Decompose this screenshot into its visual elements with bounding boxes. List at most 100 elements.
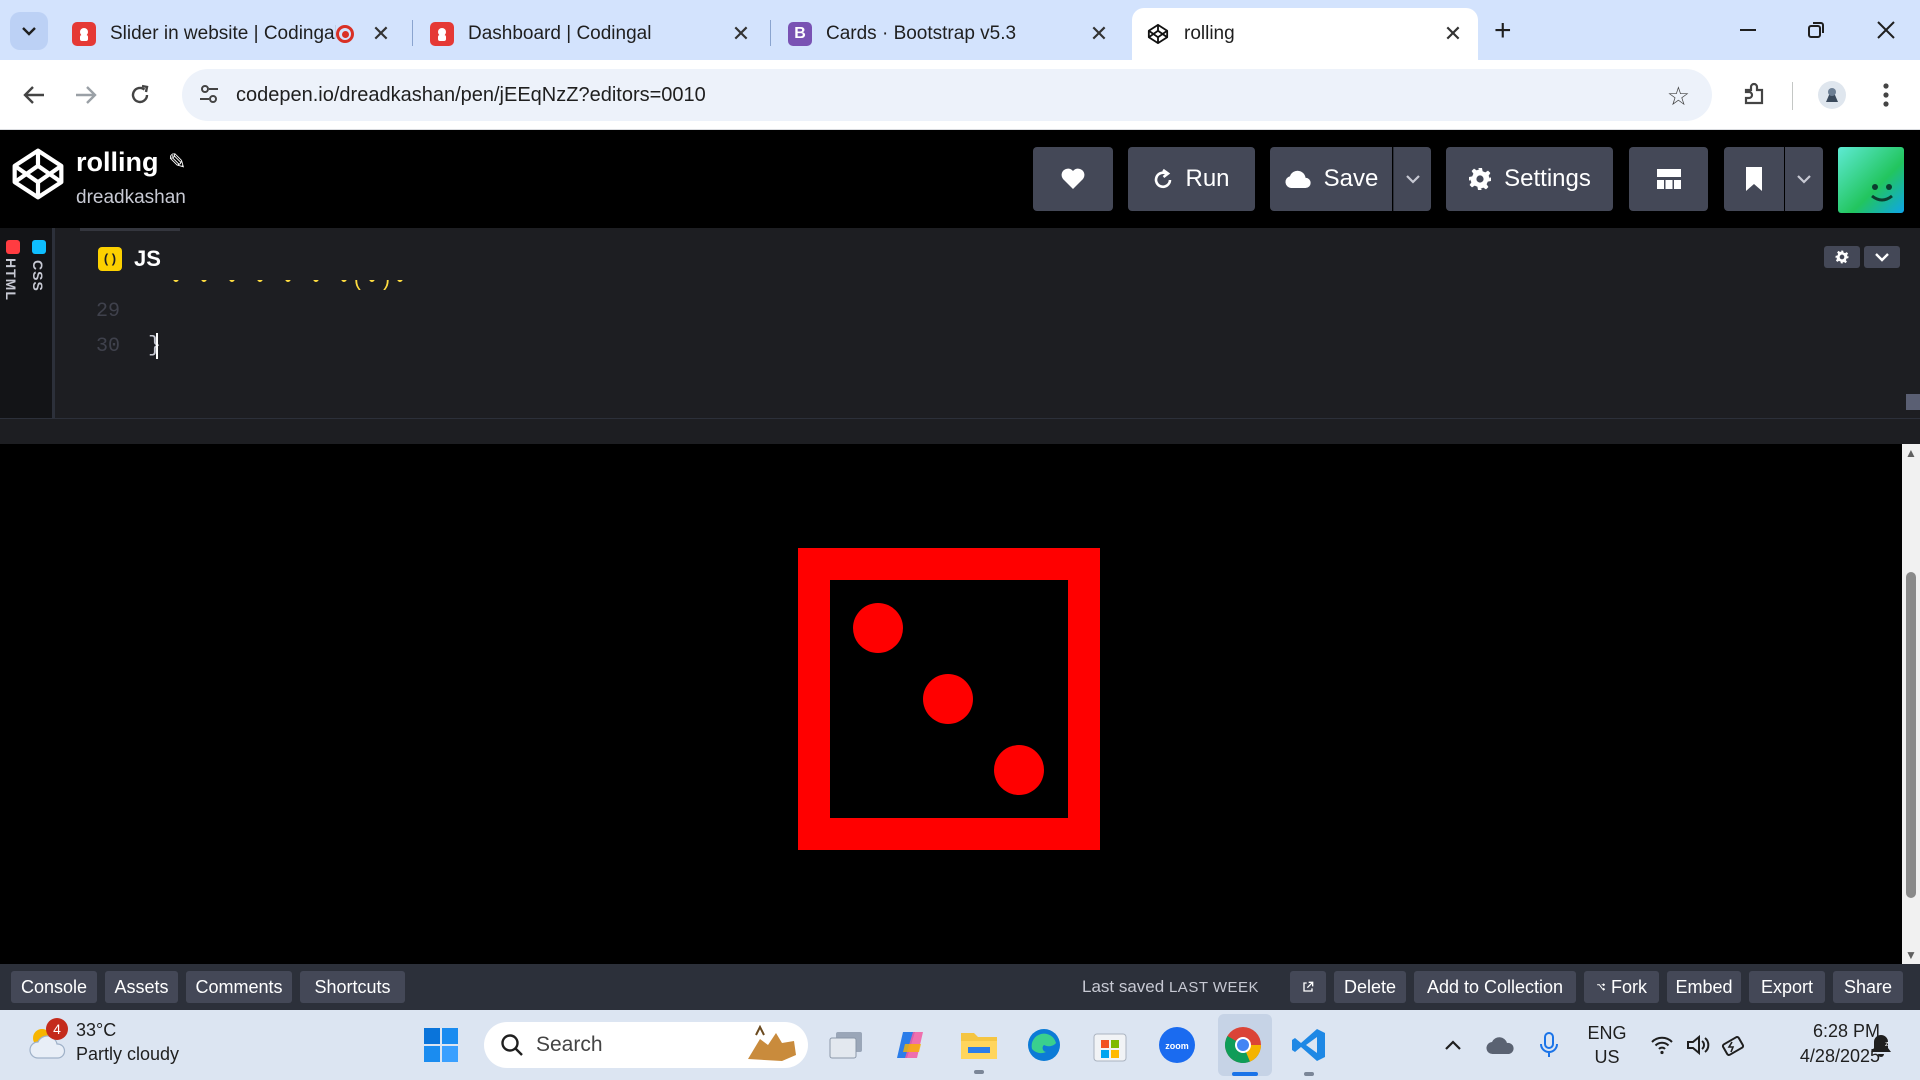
back-button[interactable] (14, 75, 54, 115)
editor-collapse-button[interactable] (1864, 246, 1900, 268)
search-label: Search (536, 1033, 603, 1056)
extensions-button[interactable] (1734, 75, 1774, 115)
shortcuts-button[interactable]: Shortcuts (300, 971, 405, 1003)
profile-avatar[interactable] (1812, 75, 1852, 115)
file-explorer-button[interactable] (958, 1024, 1000, 1066)
die-canvas (798, 548, 1100, 850)
close-tab-icon[interactable]: ✕ (370, 21, 392, 46)
close-window-button[interactable] (1866, 10, 1906, 50)
browser-tab-dashboard[interactable]: Dashboard | Codingal ✕ (416, 8, 766, 60)
reload-button[interactable] (120, 75, 160, 115)
new-tab-button[interactable]: + (1494, 14, 1512, 48)
export-button[interactable]: Export (1749, 971, 1825, 1003)
vscode-icon (1292, 1029, 1325, 1061)
task-view-button[interactable] (825, 1024, 867, 1066)
embed-button[interactable]: Embed (1667, 971, 1741, 1003)
bookmark-star-icon[interactable]: ☆ (1667, 81, 1690, 112)
close-tab-icon[interactable]: ✕ (730, 21, 752, 46)
browser-tab-rolling[interactable]: rolling ✕ (1132, 8, 1478, 60)
microphone-icon (1540, 1032, 1558, 1057)
microsoft-store-button[interactable] (1089, 1024, 1131, 1066)
site-info-icon[interactable] (198, 83, 220, 110)
browser-tab-slider[interactable]: Slider in website | Codingal ✕ (58, 8, 406, 60)
bookmark-button[interactable] (1724, 147, 1784, 211)
save-dropdown-button[interactable] (1393, 147, 1431, 211)
edge-button[interactable] (1023, 1024, 1065, 1066)
address-bar[interactable]: codepen.io/dreadkashan/pen/jEEqNzZ?edito… (182, 69, 1712, 121)
pen-title[interactable]: rolling (76, 147, 159, 178)
browser-tab-strip: Slider in website | Codingal ✕ Dashboard… (0, 0, 1920, 60)
onedrive-button[interactable] (1480, 1024, 1522, 1066)
fork-icon (1597, 983, 1605, 991)
language-indicator-top[interactable]: ENG (1580, 1023, 1634, 1044)
run-label: Run (1185, 165, 1230, 192)
fork-button[interactable]: Fork (1584, 971, 1659, 1003)
minimize-window-button[interactable] (1728, 10, 1768, 50)
change-view-button[interactable] (1629, 147, 1708, 211)
scroll-up-icon[interactable]: ▲ (1905, 446, 1917, 460)
code-area[interactable]: • • • • • • •(•)• 29 30 } (80, 280, 1920, 418)
toolbar-divider (1792, 82, 1793, 110)
open-external-button[interactable] (1290, 971, 1326, 1003)
settings-button[interactable]: Settings (1446, 147, 1613, 211)
run-button[interactable]: Run (1128, 147, 1255, 211)
restore-window-button[interactable] (1796, 10, 1836, 50)
scroll-down-icon[interactable]: ▼ (1905, 948, 1917, 962)
language-indicator-bottom[interactable]: US (1580, 1047, 1634, 1068)
user-avatar[interactable] (1838, 147, 1904, 213)
start-button[interactable] (420, 1024, 462, 1066)
arrow-right-icon (76, 86, 97, 104)
active-indicator (1232, 1072, 1258, 1076)
preview-scrollbar-thumb[interactable] (1906, 572, 1916, 898)
add-to-collection-button[interactable]: Add to Collection (1414, 971, 1576, 1003)
like-button[interactable] (1033, 147, 1113, 211)
gear-icon (1835, 250, 1849, 264)
store-icon (1093, 1033, 1127, 1062)
chrome-button[interactable] (1222, 1024, 1264, 1066)
share-button[interactable]: Share (1833, 971, 1903, 1003)
tab-title: Slider in website | Codingal (110, 23, 336, 44)
delete-button[interactable]: Delete (1334, 971, 1406, 1003)
close-tab-icon[interactable]: ✕ (1088, 21, 1110, 46)
browser-tab-bootstrap[interactable]: B Cards · Bootstrap v5.3 ✕ (774, 8, 1124, 60)
js-editor-tab[interactable]: ( ) JS (80, 228, 180, 286)
notifications-button[interactable]: z (1860, 1024, 1902, 1066)
forward-button[interactable] (66, 75, 106, 115)
edit-title-pencil-icon[interactable]: ✎ (168, 149, 186, 175)
microphone-button[interactable] (1528, 1024, 1570, 1066)
css-tab[interactable]: CSS (30, 260, 46, 292)
html-tab[interactable]: HTML (3, 258, 19, 301)
zoom-button[interactable]: zoom (1156, 1024, 1198, 1066)
browser-menu-button[interactable] (1866, 75, 1906, 115)
assets-button[interactable]: Assets (105, 971, 178, 1003)
codepen-logo-icon[interactable] (10, 146, 66, 207)
copilot-button[interactable] (889, 1024, 931, 1066)
editor-settings-button[interactable] (1824, 246, 1860, 268)
bookmark-icon (1746, 167, 1762, 191)
battery-button[interactable] (1713, 1024, 1755, 1066)
browser-toolbar: codepen.io/dreadkashan/pen/jEEqNzZ?edito… (0, 60, 1920, 130)
save-button[interactable]: Save (1270, 147, 1392, 211)
close-tab-icon[interactable]: ✕ (1442, 21, 1464, 46)
vscode-button[interactable] (1288, 1024, 1330, 1066)
cloud-icon (1285, 170, 1311, 188)
pen-author[interactable]: dreadkashan (76, 187, 186, 209)
more-vertical-icon (1883, 83, 1889, 107)
editor-scrollbar[interactable] (1906, 394, 1920, 410)
comments-button[interactable]: Comments (186, 971, 292, 1003)
js-editor[interactable]: ( ) JS • • • • • • •(•)• 29 30 } (80, 228, 1920, 418)
css-badge-icon (32, 240, 46, 254)
running-indicator (1304, 1072, 1314, 1076)
windows-logo-icon (424, 1028, 458, 1062)
recording-icon (336, 25, 354, 43)
chevron-down-icon (1797, 174, 1811, 184)
show-hidden-icons-button[interactable] (1432, 1024, 1474, 1066)
editor-preview-resizer[interactable] (0, 418, 1920, 444)
wifi-button[interactable] (1641, 1024, 1683, 1066)
preview-scrollbar[interactable]: ▲ ▼ (1902, 444, 1920, 964)
bookmark-dropdown-button[interactable] (1785, 147, 1823, 211)
tab-search-button[interactable] (10, 12, 48, 50)
taskbar-search[interactable]: Search (484, 1022, 808, 1068)
console-button[interactable]: Console (11, 971, 97, 1003)
codingal-favicon-icon (72, 22, 96, 46)
